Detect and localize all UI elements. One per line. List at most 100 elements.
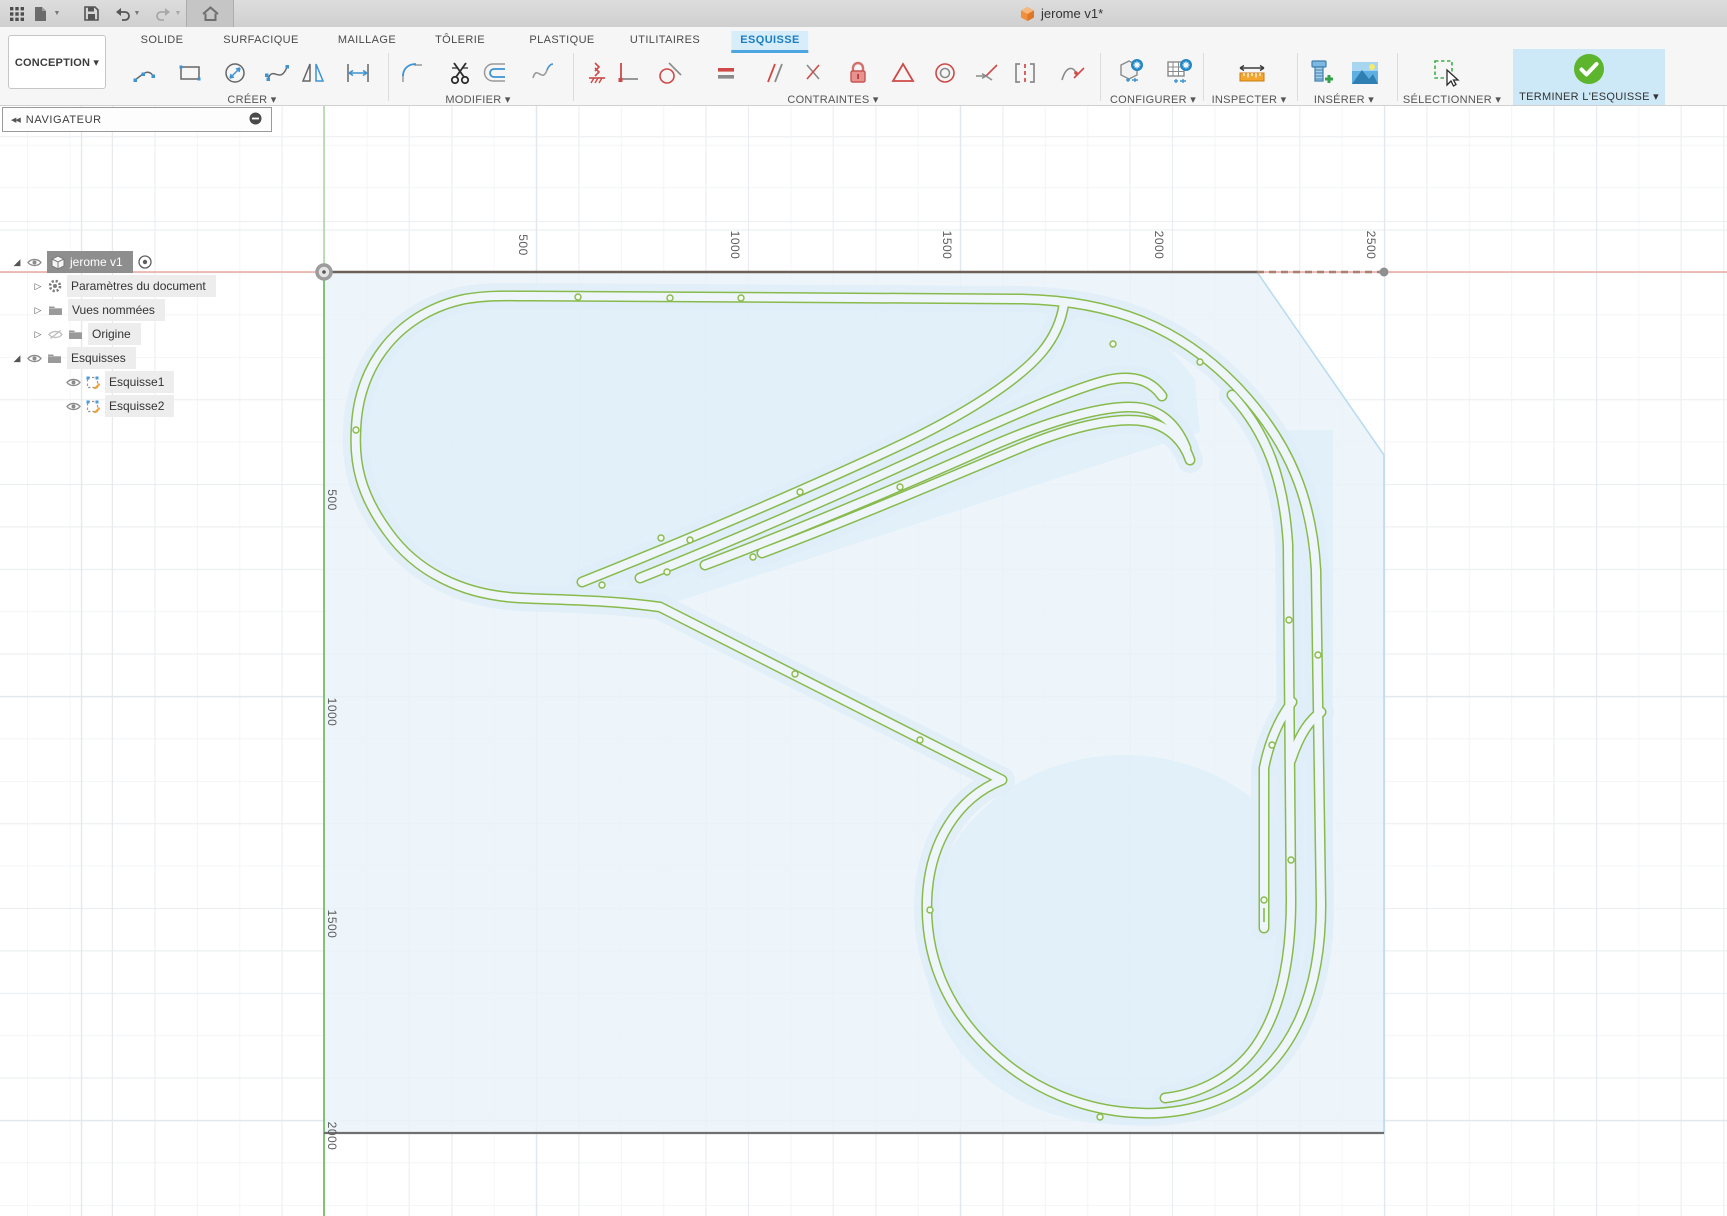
workspace-selector[interactable]: CONCEPTION ▾ bbox=[8, 35, 106, 89]
navigator-row-paramètres-du-document[interactable]: ▷ Paramètres du document bbox=[33, 275, 216, 297]
constraint-tangent-icon[interactable] bbox=[652, 55, 688, 91]
nav-item-label[interactable]: Vues nommées bbox=[68, 299, 165, 321]
constraint-curvature-icon[interactable] bbox=[1055, 55, 1091, 91]
tab-surfacique[interactable]: SURFACIQUE bbox=[214, 31, 308, 50]
navigator-row-jerome-v1[interactable]: ◢ jerome v1 bbox=[12, 251, 152, 273]
sketch-point bbox=[1197, 359, 1203, 365]
tab-tôlerie[interactable]: TÔLERIE bbox=[426, 31, 494, 50]
select-window-icon[interactable] bbox=[1429, 55, 1465, 91]
document-title: jerome v1* bbox=[1020, 0, 1103, 27]
constraint-equal-icon[interactable] bbox=[708, 55, 744, 91]
nav-item-label[interactable]: Esquisse1 bbox=[105, 371, 174, 393]
folder-icon[interactable] bbox=[68, 328, 83, 340]
finish-sketch-button[interactable]: TERMINER L'ESQUISSE ▾ bbox=[1513, 49, 1665, 105]
create-line-icon[interactable] bbox=[127, 55, 163, 91]
nav-item-label[interactable]: Paramètres du document bbox=[67, 275, 216, 297]
app-grid-icon[interactable] bbox=[4, 0, 30, 27]
folder-icon[interactable] bbox=[48, 304, 63, 316]
expander-collapsed-icon[interactable]: ▷ bbox=[33, 329, 43, 340]
navigator-row-esquisses[interactable]: ◢ Esquisses bbox=[12, 347, 136, 369]
navigator-row-vues-nommées[interactable]: ▷ Vues nommées bbox=[33, 299, 165, 321]
file-icon[interactable] bbox=[30, 0, 50, 27]
tab-maillage[interactable]: MAILLAGE bbox=[329, 31, 405, 50]
navigator-title: NAVIGATEUR bbox=[26, 114, 102, 126]
create-rectangle-icon[interactable] bbox=[172, 55, 208, 91]
sketch-icon[interactable] bbox=[86, 399, 100, 413]
eye-icon[interactable] bbox=[66, 401, 81, 412]
constraint-symmetry-icon[interactable] bbox=[1007, 55, 1043, 91]
modify-curve-icon[interactable] bbox=[525, 55, 561, 91]
file-caret[interactable]: ▼ bbox=[52, 0, 62, 27]
group-label-configurer[interactable]: CONFIGURER ▾ bbox=[1110, 93, 1196, 106]
group-label-sélectionner[interactable]: SÉLECTIONNER ▾ bbox=[1403, 93, 1501, 106]
tab-utilitaires[interactable]: UTILITAIRES bbox=[621, 31, 709, 50]
modify-fillet-icon[interactable] bbox=[395, 55, 431, 91]
constraint-lock-icon[interactable] bbox=[840, 55, 876, 91]
home-tab[interactable] bbox=[186, 0, 234, 27]
constraint-parallel-icon[interactable] bbox=[754, 55, 790, 91]
expander-expanded-icon[interactable]: ◢ bbox=[12, 353, 22, 364]
modify-offset-icon[interactable] bbox=[477, 55, 513, 91]
ruler-top-1000: 1000 bbox=[728, 231, 742, 260]
sketch-drawing[interactable] bbox=[0, 0, 1727, 1216]
radio-icon[interactable] bbox=[138, 255, 152, 269]
create-mirror-icon[interactable] bbox=[295, 55, 331, 91]
x-axis-endpoint[interactable] bbox=[1380, 268, 1389, 277]
undo-icon[interactable] bbox=[112, 0, 132, 27]
redo-icon[interactable] bbox=[153, 0, 173, 27]
home-icon bbox=[202, 6, 219, 21]
create-spline-icon[interactable] bbox=[260, 55, 296, 91]
group-label-contraintes[interactable]: CONTRAINTES ▾ bbox=[787, 93, 878, 106]
constraint-smooth-icon[interactable] bbox=[969, 55, 1005, 91]
ruler-left-500: 500 bbox=[325, 489, 339, 511]
sketch-point bbox=[658, 535, 664, 541]
expander-collapsed-icon[interactable]: ▷ bbox=[33, 305, 43, 316]
configure-table-icon[interactable] bbox=[1162, 55, 1198, 91]
folder-icon[interactable] bbox=[47, 352, 62, 364]
save-icon[interactable] bbox=[80, 0, 102, 27]
sketch-icon[interactable] bbox=[86, 375, 100, 389]
display-settings-icon[interactable] bbox=[249, 112, 262, 128]
eye-icon[interactable] bbox=[66, 377, 81, 388]
group-label-créer[interactable]: CRÉER ▾ bbox=[227, 93, 276, 106]
modify-trim-icon[interactable] bbox=[442, 55, 478, 91]
expander-expanded-icon[interactable]: ◢ bbox=[12, 257, 22, 268]
constraint-collinear-icon[interactable] bbox=[799, 55, 835, 91]
navigator-row-origine[interactable]: ▷ Origine bbox=[33, 323, 141, 345]
sketch-point bbox=[1110, 341, 1116, 347]
navigator-row-esquisse2[interactable]: Esquisse2 bbox=[66, 395, 174, 417]
sketch-point bbox=[1269, 742, 1275, 748]
redo-caret[interactable]: ▼ bbox=[173, 0, 183, 27]
configure-part-icon[interactable] bbox=[1114, 55, 1150, 91]
expander-collapsed-icon[interactable]: ▷ bbox=[33, 281, 43, 292]
navigator-row-esquisse1[interactable]: Esquisse1 bbox=[66, 371, 174, 393]
eye-icon[interactable] bbox=[27, 257, 42, 268]
constraint-perpendicular-icon[interactable] bbox=[610, 55, 646, 91]
insert-fastener-icon[interactable] bbox=[1302, 55, 1338, 91]
inspect-measure-icon[interactable] bbox=[1234, 55, 1270, 91]
sketch-point bbox=[599, 582, 605, 588]
tab-plastique[interactable]: PLASTIQUE bbox=[520, 31, 603, 50]
tab-esquisse[interactable]: ESQUISSE bbox=[731, 31, 808, 53]
group-label-insérer[interactable]: INSÉRER ▾ bbox=[1314, 93, 1374, 106]
nav-item-label[interactable]: Origine bbox=[88, 323, 141, 345]
origin-point bbox=[322, 270, 326, 274]
undo-caret[interactable]: ▼ bbox=[132, 0, 142, 27]
nav-item-label[interactable]: Esquisses bbox=[67, 347, 136, 369]
sketch-point bbox=[917, 737, 923, 743]
eye-off-icon[interactable] bbox=[48, 329, 63, 340]
eye-icon[interactable] bbox=[27, 353, 42, 364]
constraint-midpoint-icon[interactable] bbox=[885, 55, 921, 91]
finish-sketch-label: TERMINER L'ESQUISSE ▾ bbox=[1519, 90, 1659, 103]
create-circle-icon[interactable] bbox=[217, 55, 253, 91]
insert-canvas-icon[interactable] bbox=[1347, 55, 1383, 91]
nav-item-label[interactable]: jerome v1 bbox=[47, 251, 133, 273]
gear-icon[interactable] bbox=[48, 279, 62, 293]
tab-solide[interactable]: SOLIDE bbox=[132, 31, 193, 50]
group-label-modifier[interactable]: MODIFIER ▾ bbox=[445, 93, 510, 106]
collapse-panel-icon[interactable]: ◀◀ bbox=[11, 116, 20, 124]
nav-item-label[interactable]: Esquisse2 bbox=[105, 395, 174, 417]
group-label-inspecter[interactable]: INSPECTER ▾ bbox=[1212, 93, 1287, 106]
constraint-concentric-icon[interactable] bbox=[927, 55, 963, 91]
create-dimension-icon[interactable] bbox=[340, 55, 376, 91]
